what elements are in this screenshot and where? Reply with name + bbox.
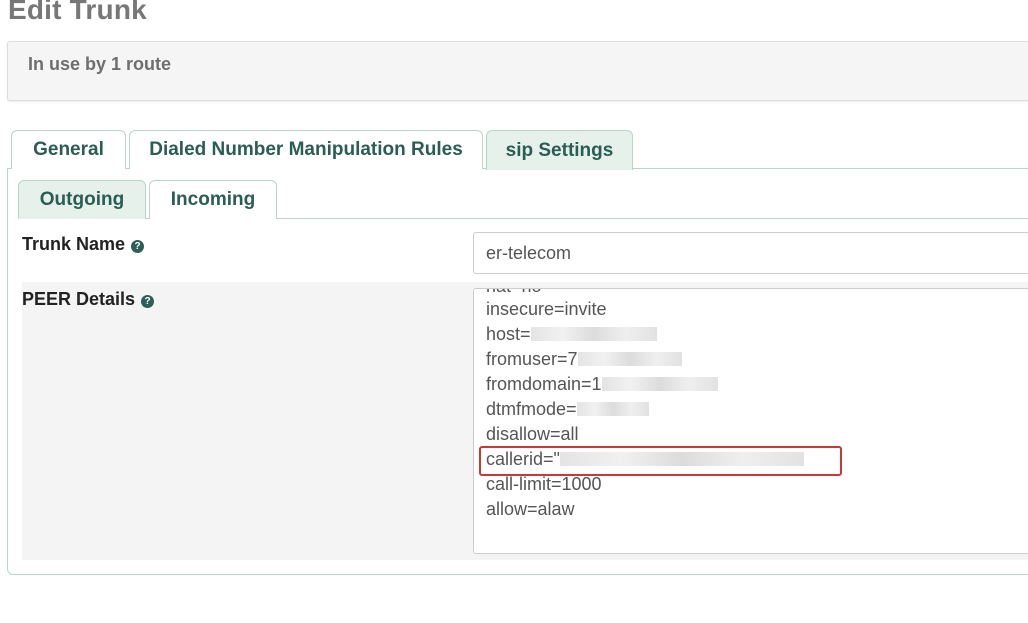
tab-dialed-number-manipulation-rules[interactable]: Dialed Number Manipulation Rules xyxy=(129,130,483,169)
usage-note: In use by 1 route xyxy=(28,54,172,74)
peer-line-dtmfmode-text: dtmfmode= xyxy=(486,399,577,419)
peer-details-textarea[interactable]: nat=no insecure=invite host= fromuser=7 … xyxy=(473,288,1028,554)
tab-sip-settings[interactable]: sip Settings xyxy=(486,130,633,170)
usage-info-box: In use by 1 route xyxy=(7,41,1028,101)
redacted-value xyxy=(601,377,718,391)
peer-line-disallow: disallow=all xyxy=(486,424,579,444)
peer-line-fromdomain-text: fromdomain=1 xyxy=(486,374,602,394)
callerid-highlight-box xyxy=(479,446,842,476)
tab-sip-settings-label: sip Settings xyxy=(505,139,614,161)
trunk-name-label: Trunk Name xyxy=(22,234,126,254)
redacted-value xyxy=(576,402,649,416)
tab-outgoing-label: Outgoing xyxy=(39,189,125,210)
peer-line-insecure: insecure=invite xyxy=(486,299,607,319)
tab-incoming[interactable]: Incoming xyxy=(149,180,277,219)
tab-incoming-label: Incoming xyxy=(170,189,256,210)
page-title: Edit Trunk xyxy=(8,0,147,25)
peer-line-host: host= xyxy=(486,322,657,347)
trunk-name-input[interactable]: er-telecom xyxy=(473,232,1028,274)
redacted-value xyxy=(530,327,657,341)
trunk-name-label-cell: Trunk Name? xyxy=(22,234,474,255)
peer-line-host-text: host= xyxy=(486,324,531,344)
peer-line-dtmfmode: dtmfmode= xyxy=(486,397,649,422)
tab-outgoing[interactable]: Outgoing xyxy=(18,180,146,219)
peer-line-fromdomain: fromdomain=1 xyxy=(486,372,718,397)
peer-line-fromuser-text: fromuser=7 xyxy=(486,349,578,369)
peer-details-label-cell: PEER Details? xyxy=(22,289,474,310)
peer-line-allow: allow=alaw xyxy=(486,499,575,519)
peer-details-label: PEER Details xyxy=(22,289,136,309)
tab-dialed-number-label: Dialed Number Manipulation Rules xyxy=(149,139,463,160)
peer-line-fromuser: fromuser=7 xyxy=(486,347,682,372)
question-circle-icon[interactable]: ? xyxy=(131,240,145,253)
question-circle-icon[interactable]: ? xyxy=(141,295,155,308)
tab-general-label: General xyxy=(33,139,104,160)
redacted-value xyxy=(577,352,682,366)
tab-general[interactable]: General xyxy=(11,130,126,169)
